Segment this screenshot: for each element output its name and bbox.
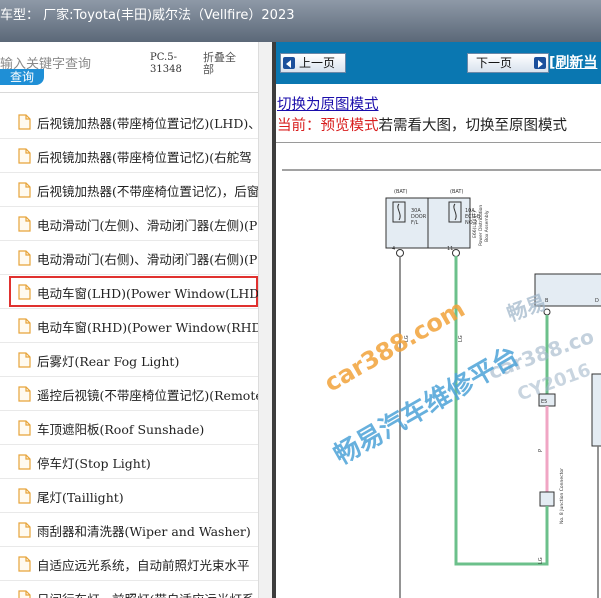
content-separator: [276, 142, 601, 143]
tree-item-label: 自适应远光系统，自动前照灯光束水平: [37, 558, 250, 573]
tree-item[interactable]: 车顶遮阳板(Roof Sunshade): [0, 411, 258, 445]
box-label-2: Power Distribution: [478, 205, 484, 246]
terminal-11: [452, 249, 460, 257]
current-mode-line: 当前：预览模式若需看大图，切换至原图模式: [277, 114, 567, 135]
file-icon: [18, 148, 31, 164]
tree-item[interactable]: 遥控后视镜(不带座椅位置记忆)(Remote: [0, 377, 258, 411]
tree-item-label: 后视镜加热器(带座椅位置记忆)(LHD)、: [37, 116, 258, 131]
current-mode-value: 预览模式: [320, 118, 379, 134]
prev-page-label: 上一页: [299, 56, 336, 70]
refresh-link[interactable]: [刷新当: [549, 52, 597, 72]
file-icon: [18, 284, 31, 300]
viewer-toolbar: 上一页 下一页 [刷新当: [276, 42, 601, 84]
tree-item-label: 电动滑动门(右侧)、滑动闭门器(右侧)(P: [37, 252, 258, 267]
tree-item-label: 尾灯(Taillight): [37, 490, 124, 505]
tree-item[interactable]: 尾灯(Taillight): [0, 479, 258, 513]
tree-item[interactable]: 电动滑动门(左侧)、滑动闭门器(左侧)(P: [0, 207, 258, 241]
file-icon: [18, 556, 31, 572]
tree-item[interactable]: 后视镜加热器(不带座椅位置记忆)，后窗: [0, 173, 258, 207]
tree-item[interactable]: 电动滑动门(右侧)、滑动闭门器(右侧)(P: [0, 241, 258, 275]
box-label-1: E66(L)(4)(F): [472, 211, 478, 238]
tree-item[interactable]: 后视镜加热器(带座椅位置记忆)(LHD)、: [0, 105, 258, 139]
arrow-right-icon: [534, 57, 546, 69]
document-tree: 后视镜加热器(带座椅位置记忆)(LHD)、 后视镜加热器(带座椅位置记忆)(右舵…: [0, 105, 258, 598]
tree-item-label: 电动滑动门(左侧)、滑动闭门器(左侧)(P: [37, 218, 258, 233]
tree-item[interactable]: 停车灯(Stop Light): [0, 445, 258, 479]
wire-label: LG: [458, 335, 464, 342]
side-component: [591, 373, 601, 447]
list-header-separator: [0, 92, 272, 105]
vertical-scrollbar[interactable]: [258, 42, 272, 598]
connector-e64: [539, 491, 555, 507]
junction-connector-label: No. 8 Junction Connector: [559, 468, 565, 524]
tree-item[interactable]: 电动车窗(RHD)(Power Window(RHD)): [0, 309, 258, 343]
search-button[interactable]: 查询: [0, 69, 44, 85]
tree-item-label: 车顶遮阳板(Roof Sunshade): [37, 422, 205, 437]
fuse2-source: (BAT): [450, 189, 463, 195]
file-icon: [18, 216, 31, 232]
fuse1-name2: F/L: [411, 220, 419, 226]
viewer-panel: 上一页 下一页 [刷新当 切换为原图模式 当前：预览模式若需看大图，切换至原图模…: [276, 42, 601, 598]
search-bar: 输入关键字查询 查询 PC.5-31348 折叠全部: [0, 42, 272, 92]
title-bar: 车型： 厂家:Toyota(丰田)威尔法（Vellfire）2023: [0, 0, 601, 42]
tree-item-label: 遥控后视镜(不带座椅位置记忆)(Remote: [37, 388, 258, 403]
file-icon: [18, 488, 31, 504]
tree-item-label: 停车灯(Stop Light): [37, 456, 151, 471]
file-icon: [18, 182, 31, 198]
next-page-label: 下一页: [476, 56, 513, 70]
wire-label: P: [538, 449, 544, 452]
tree-item-label: 电动车窗(LHD)(Power Window(LHD)): [37, 286, 258, 301]
tree-item-selected[interactable]: 电动车窗(LHD)(Power Window(LHD)): [0, 275, 258, 309]
file-icon: [18, 522, 31, 538]
file-icon: [18, 318, 31, 334]
tree-item-label: 后视镜加热器(带座椅位置记忆)(右舵驾: [37, 150, 252, 165]
window-title: 车型： 厂家:Toyota(丰田)威尔法（Vellfire）2023: [0, 8, 295, 23]
file-icon: [18, 250, 31, 266]
arrow-left-icon: [283, 57, 295, 69]
tree-item[interactable]: 后视镜加热器(带座椅位置记忆)(右舵驾: [0, 139, 258, 173]
tree-item-label: 日间行车灯，前照灯(带自适应远光灯系: [37, 589, 254, 598]
next-page-button[interactable]: 下一页: [467, 53, 549, 73]
left-panel: 输入关键字查询 查询 PC.5-31348 折叠全部 后视镜加热器(带座椅位置记…: [0, 42, 272, 598]
pin-label: 4: [392, 246, 395, 252]
terminal-4: [396, 249, 404, 257]
tree-item-label: 电动车窗(RHD)(Power Window(RHD)): [37, 320, 258, 335]
file-icon: [18, 454, 31, 470]
tree-item-label: 后视镜加热器(不带座椅位置记忆)，后窗: [37, 184, 258, 199]
collapse-all-button[interactable]: 折叠全部: [203, 52, 243, 76]
file-icon: [18, 114, 31, 130]
pin-label: D: [595, 298, 599, 304]
tree-item[interactable]: 日间行车灯，前照灯(带自适应远光灯系: [0, 581, 258, 598]
document-code: PC.5-31348: [150, 52, 182, 75]
prev-page-button[interactable]: 上一页: [280, 53, 346, 73]
connector-label: E5: [541, 399, 547, 405]
original-mode-link[interactable]: 切换为原图模式: [277, 93, 379, 114]
tree-item-label: 后雾灯(Rear Fog Light): [37, 354, 180, 369]
mode-hint: 若需看大图，切换至原图模式: [378, 118, 568, 134]
pin-label: 11: [447, 246, 453, 252]
file-icon: [18, 420, 31, 436]
file-icon: [18, 352, 31, 368]
tree-item[interactable]: 自适应远光系统，自动前照灯光束水平: [0, 547, 258, 581]
tree-item[interactable]: 后雾灯(Rear Fog Light): [0, 343, 258, 377]
tree-item[interactable]: 雨刮器和清洗器(Wiper and Washer): [0, 513, 258, 547]
file-icon: [18, 386, 31, 402]
tree-item-label: 雨刮器和清洗器(Wiper and Washer): [37, 524, 251, 539]
fuse1-source: (BAT): [394, 189, 407, 195]
box-label-3: Box Assembly: [484, 210, 490, 242]
current-mode-prefix: 当前：: [277, 118, 321, 134]
file-icon: [18, 590, 31, 598]
wire-label: LG: [538, 557, 544, 564]
